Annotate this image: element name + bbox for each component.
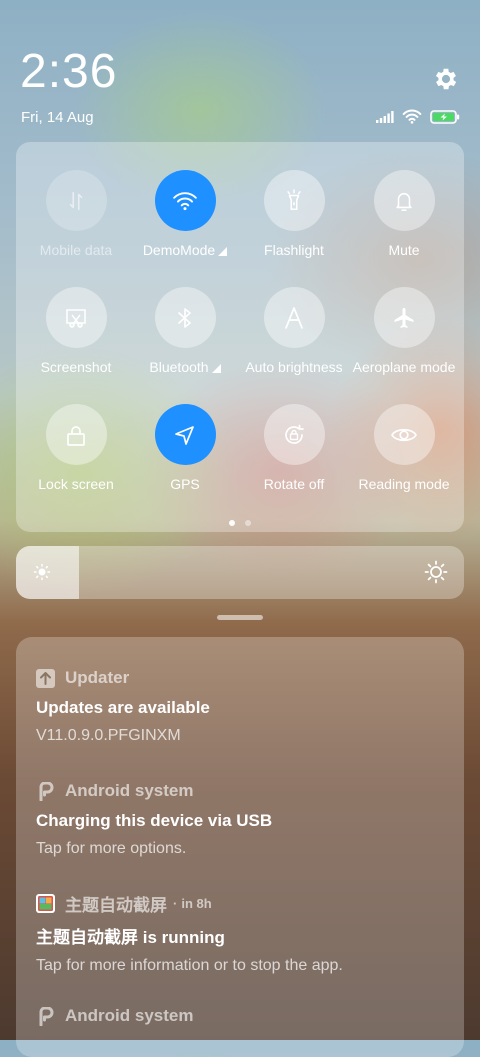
- app-thumbnail-icon: [36, 893, 55, 913]
- tile-aeroplane-mode[interactable]: Aeroplane mode: [349, 287, 459, 375]
- notification-header: Android system: [36, 780, 448, 802]
- status-indicators: [376, 109, 460, 124]
- notification-body: Tap for more information or to stop the …: [36, 957, 343, 974]
- drag-handle[interactable]: [217, 615, 263, 620]
- tile-mute[interactable]: Mute: [349, 170, 459, 258]
- notification-theme-screenshot[interactable]: 主题自动截屏 · in 8h 主题自动截屏 is running Tap for…: [36, 892, 448, 975]
- notification-header: Updater: [36, 667, 448, 689]
- notification-body: V11.0.9.0.PFGINXM: [36, 727, 181, 744]
- tile-label-row: Bluetooth: [130, 359, 240, 375]
- tile-label: Mute: [388, 242, 420, 258]
- eye-icon: [373, 404, 435, 465]
- rotate-lock-icon: [263, 404, 325, 465]
- mobile-data-icon: [45, 170, 107, 231]
- page-dot-active[interactable]: [229, 520, 235, 526]
- notification-time: in 8h: [181, 895, 212, 911]
- android-system-icon: [36, 781, 55, 801]
- screenshot-icon: [45, 287, 107, 348]
- android-system-icon: [36, 1006, 55, 1026]
- location-arrow-icon: [154, 404, 216, 465]
- tile-label: Mobile data: [39, 242, 113, 258]
- notification-android-system[interactable]: Android system: [36, 1005, 448, 1027]
- tile-label: DemoMode: [142, 242, 216, 258]
- notification-body: Tap for more options.: [36, 840, 187, 857]
- airplane-icon: [373, 287, 435, 348]
- notification-title: Charging this device via USB: [36, 811, 273, 830]
- bell-icon: [373, 170, 435, 231]
- gear-icon[interactable]: [432, 65, 460, 93]
- bluetooth-icon: [154, 287, 216, 348]
- tile-rotate-off[interactable]: Rotate off: [239, 404, 349, 492]
- lock-icon: [45, 404, 107, 465]
- tile-flashlight[interactable]: Flashlight: [239, 170, 349, 258]
- tile-label: Bluetooth: [149, 359, 209, 375]
- wifi-icon: [402, 109, 422, 124]
- wifi-icon: [154, 170, 216, 231]
- page-dot[interactable]: [245, 520, 251, 526]
- expand-triangle-icon: [218, 247, 228, 256]
- tile-label: Rotate off: [263, 476, 325, 492]
- notification-title: Updates are available: [36, 698, 210, 717]
- tile-bluetooth[interactable]: Bluetooth: [130, 287, 240, 375]
- brightness-low-icon: [33, 563, 51, 581]
- tile-label: Reading mode: [358, 476, 450, 492]
- notification-app-name: Android system: [65, 1006, 194, 1025]
- clock-time: 2:36: [20, 45, 118, 98]
- updater-icon: [36, 668, 55, 688]
- expand-triangle-icon: [211, 364, 221, 373]
- notification-panel: Updater Updates are available V11.0.9.0.…: [16, 637, 464, 1057]
- tile-screenshot[interactable]: Screenshot: [21, 287, 131, 375]
- tile-label-row: DemoMode: [130, 242, 240, 258]
- notification-title: 主题自动截屏 is running: [36, 928, 225, 947]
- brightness-slider[interactable]: [16, 546, 464, 599]
- tile-label: Lock screen: [38, 476, 114, 492]
- tile-lock-screen[interactable]: Lock screen: [21, 404, 131, 492]
- signal-icon: [376, 110, 394, 123]
- brightness-high-icon: [424, 560, 448, 584]
- notification-time-separator: ·: [173, 895, 178, 911]
- tile-label: GPS: [170, 476, 200, 492]
- tile-label: Auto brightness: [245, 359, 343, 375]
- clock-date: Fri, 14 Aug: [21, 109, 94, 126]
- tile-mobile-data[interactable]: Mobile data: [21, 170, 131, 258]
- tile-auto-brightness[interactable]: Auto brightness: [239, 287, 349, 375]
- notification-app-name: Updater: [65, 668, 130, 687]
- notification-app-name: 主题自动截屏: [65, 895, 167, 915]
- tile-gps[interactable]: GPS: [130, 404, 240, 492]
- notification-header: Android system: [36, 1005, 448, 1027]
- tile-label: Flashlight: [264, 242, 324, 258]
- tile-label: Screenshot: [40, 359, 112, 375]
- notification-header: 主题自动截屏 · in 8h: [36, 892, 448, 915]
- notification-android-system-usb[interactable]: Android system Charging this device via …: [36, 780, 448, 858]
- auto-brightness-icon: [263, 287, 325, 348]
- tile-demomode[interactable]: DemoMode: [130, 170, 240, 258]
- notification-app-name: Android system: [65, 781, 194, 800]
- page-indicator: [16, 520, 464, 526]
- quick-settings-panel: Mobile data DemoMode Flashlight Mute Scr…: [16, 142, 464, 532]
- tile-label: Aeroplane mode: [352, 359, 456, 375]
- notification-updater[interactable]: Updater Updates are available V11.0.9.0.…: [36, 667, 448, 745]
- tile-reading-mode[interactable]: Reading mode: [349, 404, 459, 492]
- battery-charging-icon: [430, 109, 460, 124]
- flashlight-icon: [263, 170, 325, 231]
